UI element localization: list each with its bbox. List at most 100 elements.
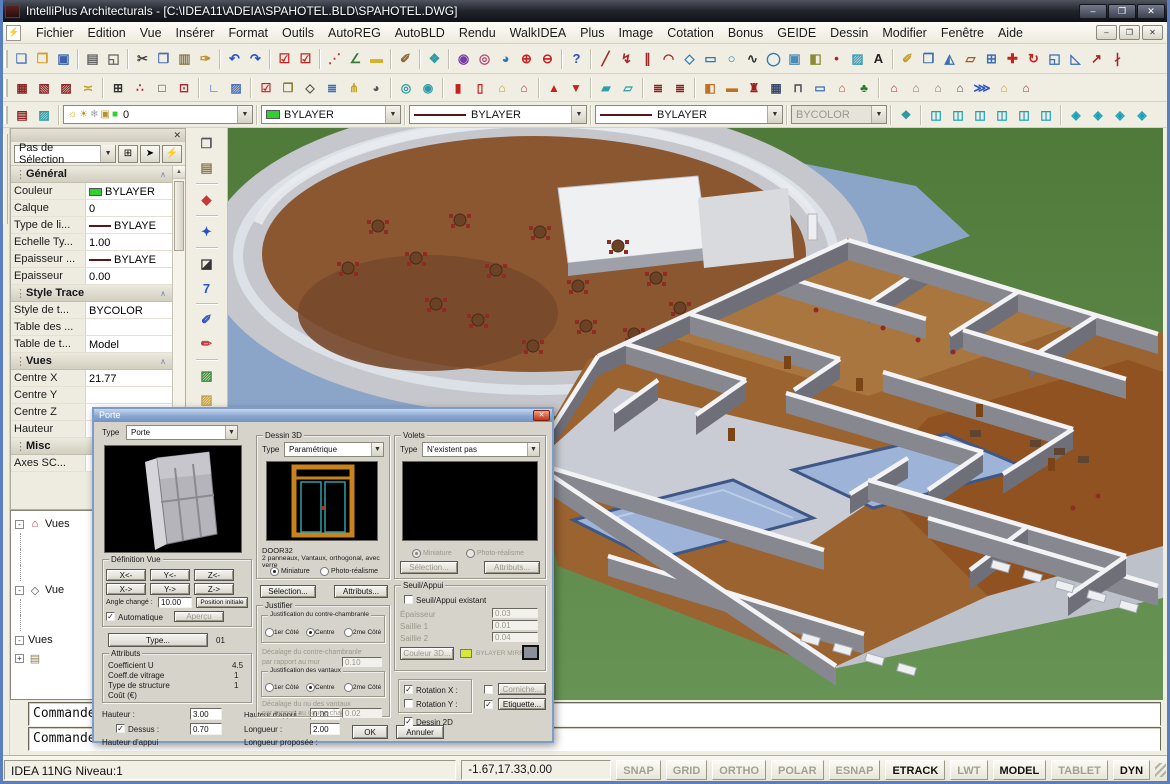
hatch-icon[interactable]: ▨ <box>847 48 868 70</box>
iso-ne-icon[interactable]: ◈ <box>1109 105 1131 125</box>
menu-format[interactable]: Format <box>221 24 275 42</box>
copy-3d-icon[interactable]: ❒ <box>277 78 299 98</box>
render-light-icon[interactable]: ✦ <box>196 220 217 244</box>
draw-spline-icon[interactable]: ∿ <box>742 48 763 70</box>
scroll-up-icon[interactable]: ▲ <box>173 166 185 179</box>
iso-nw-icon[interactable]: ◈ <box>1131 105 1153 125</box>
bulb-icon[interactable]: ☼ <box>68 109 77 120</box>
section-style-trace[interactable]: Style Trace∧ <box>11 285 172 302</box>
roof-icon[interactable]: ⌂ <box>491 78 513 98</box>
collapse-icon[interactable]: ∧ <box>160 357 166 366</box>
move-icon[interactable]: ✚ <box>1002 48 1023 70</box>
dialog-close-icon[interactable]: ✕ <box>533 410 550 421</box>
zoom-out-icon[interactable]: ⊖ <box>537 48 558 70</box>
property-row[interactable]: Epaisseur ...BYLAYE <box>11 251 172 268</box>
volets-type-combo[interactable]: N'existent pas ▼ <box>422 442 540 457</box>
minimize-button[interactable]: – <box>1079 4 1107 19</box>
chevron-down-icon[interactable]: ▼ <box>871 106 886 123</box>
etiquette-button[interactable]: Etiquette... <box>498 698 546 710</box>
hierarchy-icon[interactable]: ⋔ <box>343 78 365 98</box>
selection-combo[interactable]: Pas de Sélection ▼ <box>14 145 116 163</box>
property-value[interactable]: BYLAYE <box>85 217 172 233</box>
hauteur-field[interactable]: 3.00 <box>190 708 222 720</box>
circle-edit-icon[interactable]: ◉ <box>417 78 439 98</box>
save-icon[interactable]: ▣ <box>53 48 74 70</box>
undo-icon[interactable]: ↶ <box>224 48 245 70</box>
railing-edit-icon[interactable]: ≣ <box>669 78 691 98</box>
zoom-realtime-icon[interactable]: ◉ <box>453 48 474 70</box>
menu-modifier[interactable]: Modifier <box>875 24 933 42</box>
menu-fichier[interactable]: Fichier <box>29 24 81 42</box>
resize-grip[interactable] <box>1155 763 1166 777</box>
house-tools-icon[interactable]: ⌂ <box>927 78 949 98</box>
attributs-button[interactable]: Attributs... <box>334 585 388 598</box>
property-value[interactable]: 1.00 <box>85 234 172 250</box>
property-row[interactable]: Echelle Ty...1.00 <box>11 234 172 251</box>
toggle-polar[interactable]: POLAR <box>771 760 824 780</box>
property-row[interactable]: Epaisseur0.00 <box>11 268 172 285</box>
house-grid-icon[interactable]: ⌂ <box>949 78 971 98</box>
pan-sheet-icon[interactable]: ❖ <box>895 105 917 125</box>
new-icon[interactable]: ❏ <box>11 48 32 70</box>
view-z-minus-button[interactable]: Z<- <box>194 569 234 581</box>
hatch-edit-icon[interactable]: ▨ <box>225 78 247 98</box>
paste-icon[interactable]: ▥ <box>174 48 195 70</box>
vantaux-1er-radio[interactable] <box>265 683 274 692</box>
layer-combo[interactable]: ☼☀❄▣■0▼ <box>63 105 253 124</box>
property-row[interactable]: Table des ... <box>11 319 172 336</box>
iso-se-icon[interactable]: ◈ <box>1087 105 1109 125</box>
donut-icon[interactable]: ◎ <box>395 78 417 98</box>
zoom-extents-icon[interactable]: ◕ <box>495 48 516 70</box>
menu-autoreg[interactable]: AutoREG <box>321 24 388 42</box>
draw-line-icon[interactable]: ╱ <box>595 48 616 70</box>
toggle-lwt[interactable]: LWT <box>950 760 987 780</box>
chevron-down-icon[interactable]: ▼ <box>100 145 115 162</box>
freeze-icon[interactable]: ❄ <box>90 109 98 120</box>
view-z-plus-button[interactable]: Z-> <box>194 583 234 595</box>
dialog-title-bar[interactable]: Porte <box>94 409 552 422</box>
house-plan-icon[interactable]: ⌂ <box>883 78 905 98</box>
menu-image[interactable]: Image <box>612 24 661 42</box>
toggle-tablet[interactable]: TABLET <box>1051 760 1108 780</box>
view-left-icon[interactable]: ◫ <box>969 105 991 125</box>
property-value[interactable] <box>85 387 172 403</box>
property-row[interactable]: Type de li...BYLAYE <box>11 217 172 234</box>
menu-vue[interactable]: Vue <box>133 24 169 42</box>
computer-icon[interactable]: ▦ <box>765 78 787 98</box>
layer-arrows-icon[interactable]: ⋙ <box>971 78 993 98</box>
chevron-down-icon[interactable]: ▼ <box>767 106 782 123</box>
sofa-icon[interactable]: ▬ <box>721 78 743 98</box>
tree-icon[interactable]: ♣ <box>853 78 875 98</box>
toggle-esnap[interactable]: ESNAP <box>829 760 881 780</box>
check-edit-icon[interactable]: ☑ <box>255 78 277 98</box>
walkthrough-icon[interactable]: 7 <box>196 276 217 300</box>
rotation-y-checkbox[interactable] <box>404 699 413 708</box>
quick-check-icon[interactable]: ☑ <box>274 48 295 70</box>
quick-check-edit-icon[interactable]: ☑ <box>295 48 316 70</box>
brush-render-icon[interactable]: ✐ <box>196 308 217 332</box>
cut-icon[interactable]: ✂ <box>132 48 153 70</box>
railing-icon[interactable]: ≣ <box>647 78 669 98</box>
toggle-model[interactable]: MODEL <box>993 760 1047 780</box>
menu-dessin[interactable]: Dessin <box>823 24 875 42</box>
print-preview-icon[interactable]: ◱ <box>103 48 124 70</box>
menu-geide[interactable]: GEIDE <box>770 24 823 42</box>
lineweight-combo[interactable]: BYLAYER▼ <box>595 105 783 124</box>
photo-realisme-radio[interactable] <box>320 567 329 576</box>
property-value[interactable]: Model <box>85 336 172 352</box>
collapse-icon[interactable]: ∧ <box>160 289 166 298</box>
palette-header[interactable]: ✕ <box>11 129 185 142</box>
iso-sw-icon[interactable]: ◈ <box>1065 105 1087 125</box>
section-vues[interactable]: Vues∧ <box>11 353 172 370</box>
porte-type-combo[interactable]: Porte ▼ <box>126 425 238 440</box>
desk-icon[interactable]: ⊓ <box>787 78 809 98</box>
property-value[interactable]: BYLAYE <box>85 251 172 267</box>
draw-rectangle-icon[interactable]: ▭ <box>700 48 721 70</box>
etiquette-checkbox[interactable]: ✓ <box>484 700 493 709</box>
house-edit-icon[interactable]: ⌂ <box>905 78 927 98</box>
ok-button[interactable]: OK <box>352 725 388 739</box>
toggle-grid[interactable]: GRID <box>666 760 708 780</box>
chevron-down-icon[interactable]: ▼ <box>571 106 586 123</box>
level-down-icon[interactable]: ▼ <box>565 78 587 98</box>
section-général[interactable]: Général∧ <box>11 166 172 183</box>
